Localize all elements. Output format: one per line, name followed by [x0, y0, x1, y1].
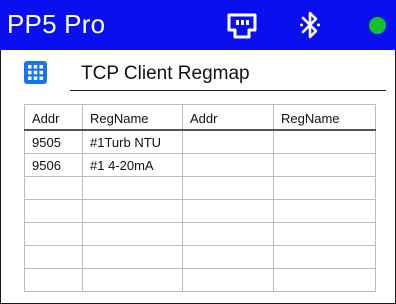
- table-cell[interactable]: [273, 176, 376, 200]
- table-cell[interactable]: [273, 199, 376, 223]
- ethernet-icon[interactable]: [226, 13, 258, 39]
- table-cell[interactable]: [24, 176, 83, 200]
- table-cell[interactable]: [24, 245, 83, 269]
- table-row[interactable]: [24, 176, 376, 200]
- table-header-row: Addr RegName Addr RegName: [24, 104, 376, 131]
- app-title: PP5 Pro: [7, 9, 106, 39]
- table-cell[interactable]: [24, 199, 83, 223]
- table-cell[interactable]: [82, 222, 183, 246]
- table-row[interactable]: [24, 199, 376, 223]
- table-cell[interactable]: [82, 268, 183, 292]
- table-cell[interactable]: [182, 153, 274, 177]
- column-header-regname-2: RegName: [273, 104, 376, 131]
- table-row[interactable]: [24, 222, 376, 246]
- table-cell[interactable]: #1Turb NTU: [82, 129, 183, 154]
- table-row[interactable]: [24, 268, 376, 292]
- table-cell[interactable]: [182, 222, 274, 246]
- table-cell[interactable]: [182, 129, 274, 154]
- table-cell[interactable]: [273, 268, 376, 292]
- grid-menu-icon[interactable]: [24, 61, 47, 84]
- bluetooth-icon[interactable]: [300, 10, 320, 40]
- table-row[interactable]: 9506 #1 4-20mA: [24, 153, 376, 177]
- table-row[interactable]: 9505 #1Turb NTU: [24, 129, 376, 154]
- table-cell[interactable]: [24, 222, 83, 246]
- table-cell[interactable]: [273, 245, 376, 269]
- table-row[interactable]: [24, 245, 376, 269]
- table-cell[interactable]: 9505: [24, 129, 83, 154]
- top-bar: PP5 Pro: [0, 0, 396, 50]
- table-cell[interactable]: [182, 199, 274, 223]
- table-cell[interactable]: #1 4-20mA: [82, 153, 183, 177]
- page-title: TCP Client Regmap: [81, 63, 250, 84]
- column-header-addr: Addr: [24, 104, 83, 131]
- connection-status-dot: [369, 17, 386, 34]
- register-map-table[interactable]: Addr RegName Addr RegName 9505 #1Turb NT…: [24, 104, 376, 292]
- table-cell[interactable]: [82, 199, 183, 223]
- table-cell[interactable]: [273, 153, 376, 177]
- table-cell[interactable]: [182, 176, 274, 200]
- table-cell[interactable]: [24, 268, 83, 292]
- column-header-addr-2: Addr: [182, 104, 274, 131]
- table-cell[interactable]: [82, 245, 183, 269]
- table-cell[interactable]: [273, 222, 376, 246]
- table-cell[interactable]: [82, 176, 183, 200]
- table-cell[interactable]: [182, 245, 274, 269]
- title-underline: [70, 90, 386, 91]
- column-header-regname: RegName: [82, 104, 183, 131]
- table-cell[interactable]: 9506: [24, 153, 83, 177]
- table-cell[interactable]: [273, 129, 376, 154]
- table-cell[interactable]: [182, 268, 274, 292]
